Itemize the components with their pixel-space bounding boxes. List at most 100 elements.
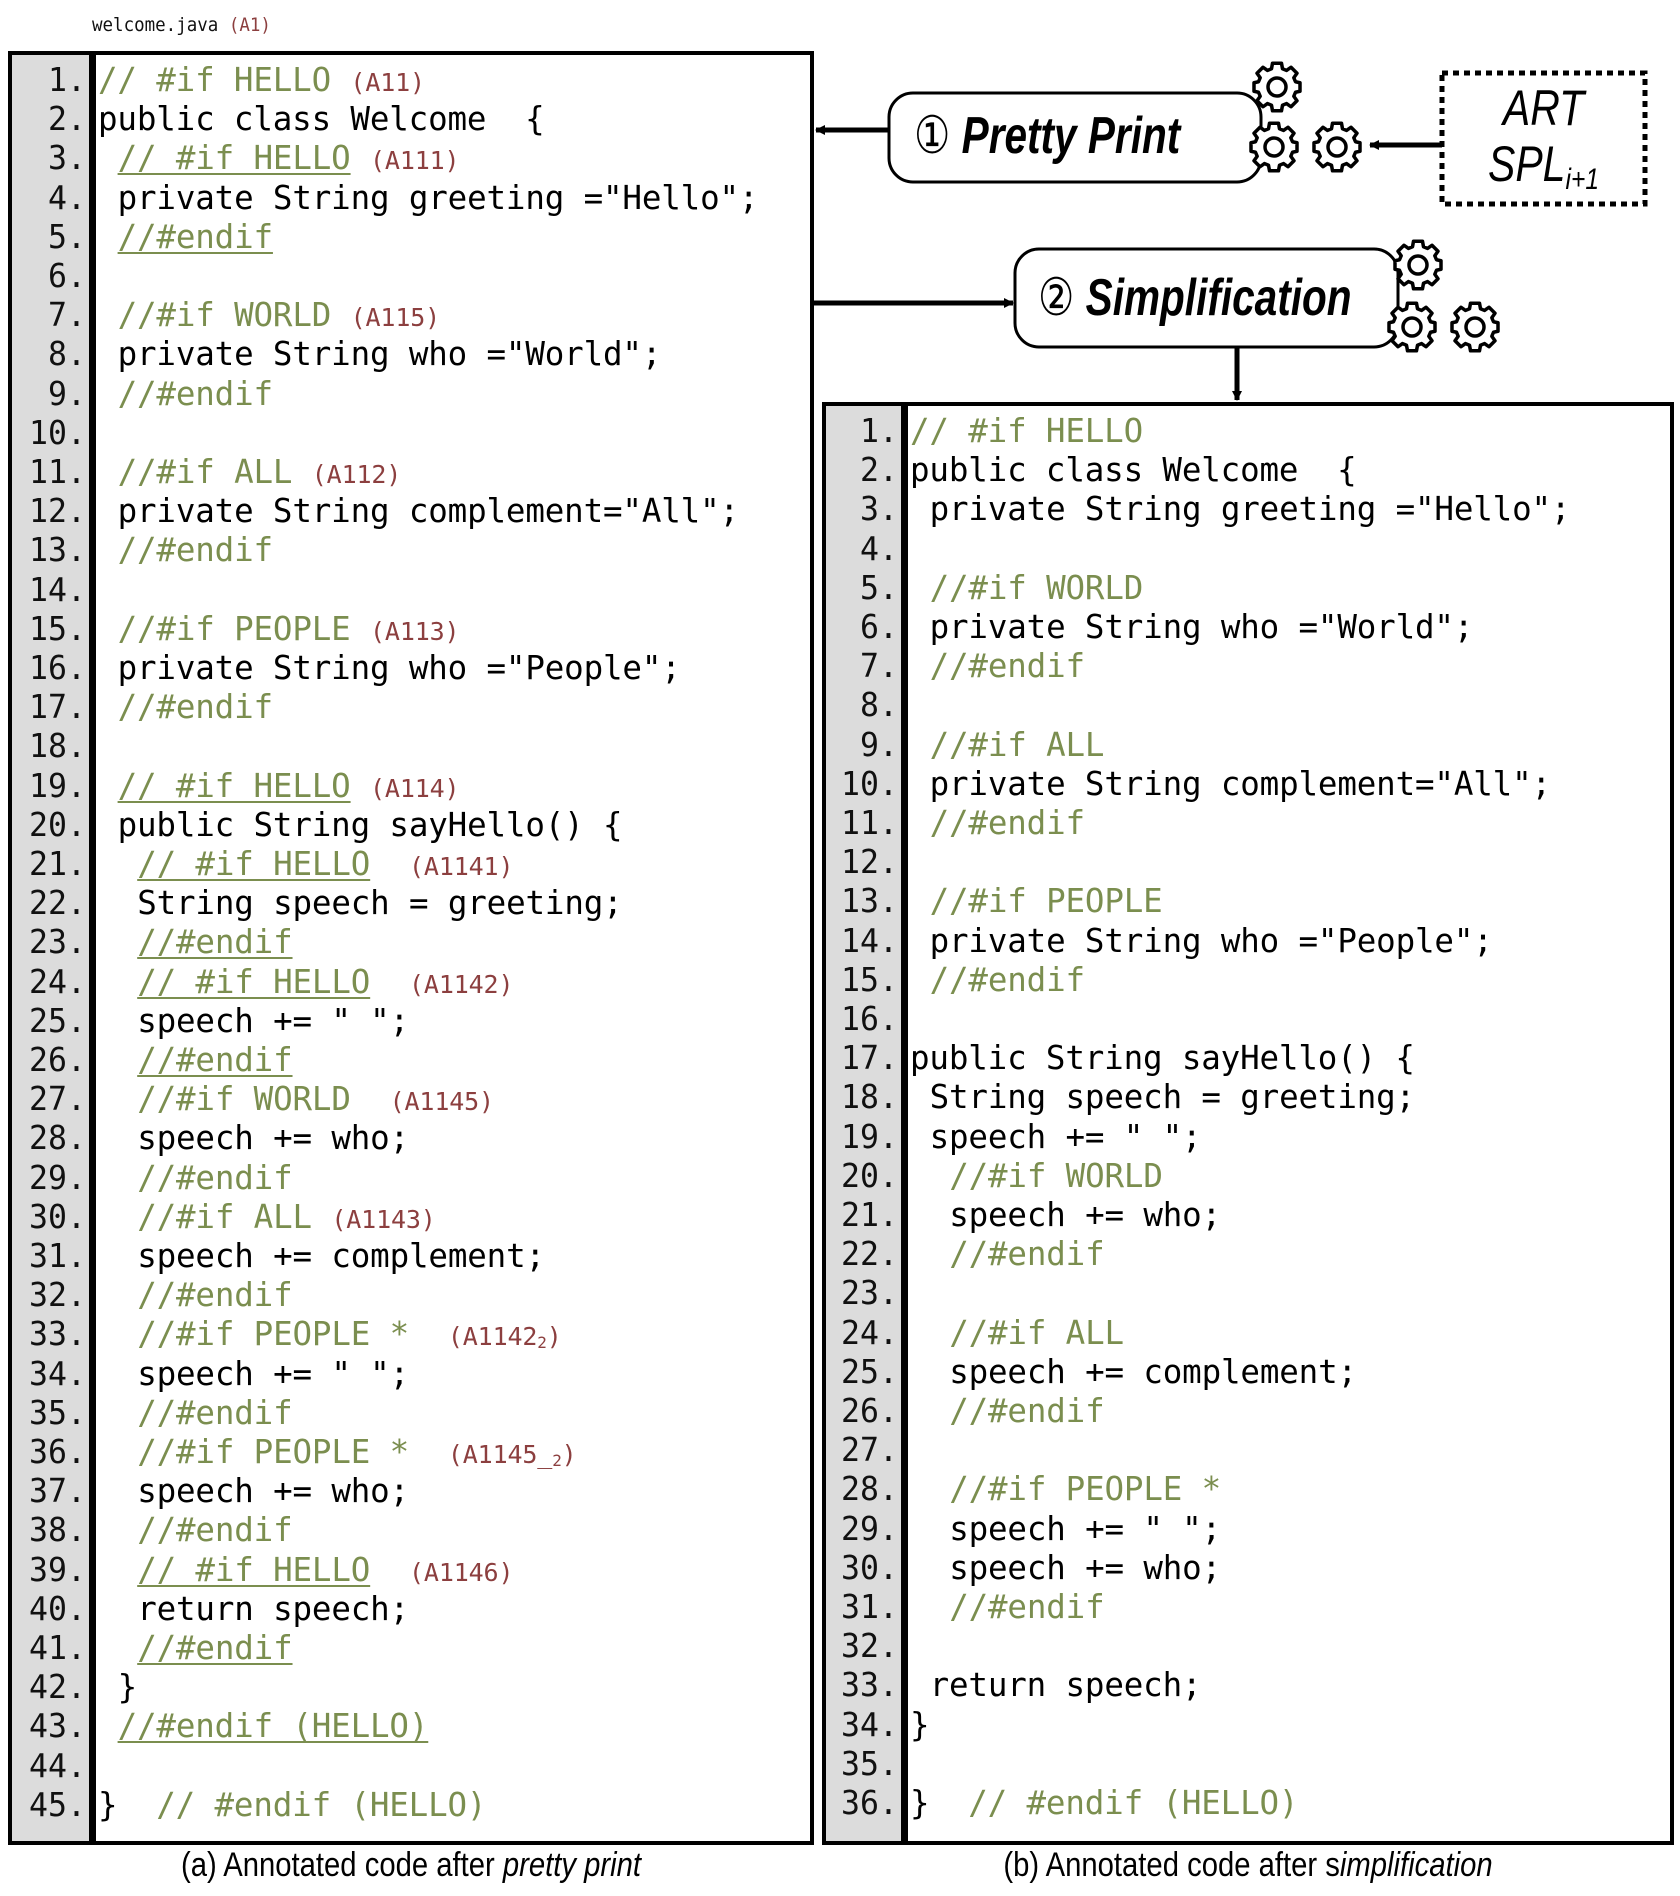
step-title: Pretty Print [961,107,1181,165]
code-text: //#if PEOPLE * [949,1470,1221,1509]
line-number: 2. [860,451,898,490]
preprocessor-directive: //#endif [929,647,1085,686]
code-text: private String who ="People"; [118,649,681,688]
line-number: 7. [48,296,86,335]
line-number: 4. [860,529,898,568]
code-line: 19. speech += " "; [826,1118,1670,1157]
code-line: 27. //#if WORLD (A1145) [12,1080,810,1119]
line-number: 9. [48,374,86,413]
feature-annotation: (A11422) [447,1322,562,1353]
code-line: 28. //#if PEOPLE * [826,1470,1670,1509]
preprocessor-directive: // #endif (HELLO) [156,1785,487,1824]
preprocessor-directive: // #if HELLO [137,845,371,883]
code-text: private String who ="People"; [930,922,1493,961]
line-number: 6. [48,257,86,295]
code-text: // #if HELLO (A114) [118,767,460,808]
line-number: 7. [860,647,898,686]
line-number: 1. [860,412,898,450]
code-text: speech += complement; [949,1353,1357,1392]
code-token: speech += who; [137,1119,410,1158]
line-number: 8. [48,335,86,374]
code-text: //#endif [137,1276,292,1315]
feature-annotation: (A113) [370,616,460,646]
code-text: private String greeting ="Hello"; [118,179,759,218]
code-line: 2. public class Welcome { [826,451,1670,490]
line-number: 29. [841,1509,898,1548]
code-line: 35. [826,1745,1670,1784]
preprocessor-directive: // #if HELLO [137,962,371,1001]
line-number: 8. [860,686,898,725]
simplification-label: ② Simplification [1038,268,1352,328]
preprocessor-directive: //#if WORLD [137,1080,351,1119]
code-line: 18. String speech = greeting; [826,1078,1670,1117]
code-text: return speech; [137,1590,409,1629]
line-number: 2. [48,100,86,139]
preprocessor-directive: //#if ALL [949,1313,1124,1352]
code-line: 23. [826,1274,1670,1313]
code-line: 33. //#if PEOPLE * (A11422) [12,1315,810,1354]
code-text: // #if HELLO (A1142) [137,963,513,1004]
code-line: 27. [826,1431,1670,1470]
code-token: speech += complement; [949,1352,1357,1391]
code-text: private String complement="All"; [930,765,1551,804]
code-line: 2. public class Welcome { [12,100,810,139]
code-text: //#endif [137,1159,292,1198]
code-line: 1. // #if HELLO (A11) [12,61,810,100]
code-line: 31. speech += complement; [12,1237,810,1276]
line-number: 22. [841,1235,898,1274]
line-number: 38. [29,1511,87,1550]
code-line: 32. [826,1627,1670,1666]
preprocessor-directive: //#endif [117,374,273,413]
code-line: 6. private String who ="World"; [826,608,1670,647]
code-line: 39. // #if HELLO (A1146) [12,1551,810,1590]
preprocessor-directive: // #if HELLO [137,1550,371,1589]
code-line: 31. //#endif [826,1588,1670,1627]
code-text: public class Welcome { [98,100,545,139]
line-number: 28. [29,1119,87,1158]
code-text: //#endif [137,1041,292,1080]
file-name: welcome.java [92,14,219,36]
code-token: return speech; [929,1666,1202,1705]
feature-annotation: (A1146) [409,1557,514,1587]
preprocessor-directive: //#if ALL [137,1197,312,1236]
preprocessor-directive: //#endif [117,531,273,570]
preprocessor-directive: //#endif [137,1629,293,1667]
code-text: //#endif (HELLO) [118,1707,429,1746]
code-text: //#endif [949,1235,1104,1274]
line-number: 31. [841,1588,898,1626]
line-number: 26. [29,1041,87,1079]
code-token: speech += " "; [137,1001,410,1040]
step-title: Simplification [1085,269,1352,327]
code-token: speech += " "; [929,1117,1202,1156]
code-text: } // #endif (HELLO) [910,1784,1298,1823]
line-number: 23. [841,1274,898,1313]
code-text: //#endif [930,647,1085,686]
code-line: 30. //#if ALL (A1143) [12,1198,810,1237]
code-text: // #if HELLO (A1146) [137,1551,513,1592]
code-token: speech += who; [949,1196,1222,1234]
line-number: 34. [841,1705,898,1744]
code-text: } [910,1706,930,1745]
line-number: 10. [29,413,87,452]
line-number: 44. [29,1746,87,1785]
gear-icon [1312,121,1362,173]
code-line: 13. //#if PEOPLE [826,882,1670,921]
preprocessor-directive: //#endif [137,1511,293,1550]
code-line: 24. //#if ALL [826,1314,1670,1353]
code-panel-pretty-print: 1. // #if HELLO (A11) 2. public class Welco… [8,51,814,1845]
line-number: 19. [29,766,87,805]
code-line: 26. //#endif [826,1392,1670,1431]
code-line: 10. [12,414,810,453]
line-number: 3. [860,490,898,529]
code-text: speech += " "; [949,1510,1221,1549]
line-number: 15. [841,960,898,999]
line-number: 34. [29,1354,87,1393]
code-line: 20. public String sayHello() { [12,806,810,845]
